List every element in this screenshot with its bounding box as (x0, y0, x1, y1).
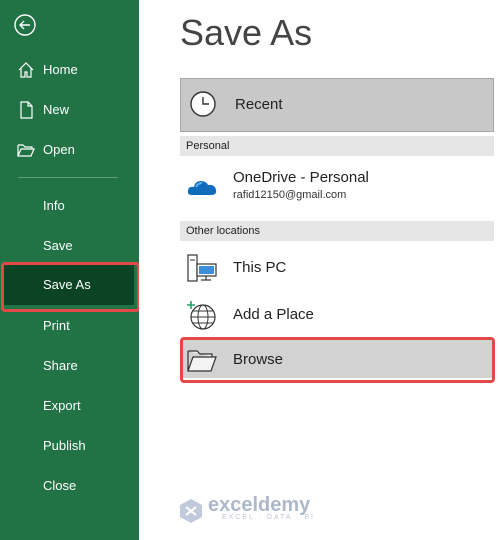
page-title: Save As (180, 12, 313, 53)
sidebar-item-home[interactable]: Home (0, 50, 139, 90)
computer-icon (187, 254, 217, 282)
sidebar-item-close[interactable]: Close (0, 466, 139, 506)
sidebar-item-label: New (43, 102, 70, 117)
new-document-icon (20, 101, 33, 119)
exceldemy-logo-icon (180, 499, 202, 523)
backstage-sidebar: Home New Open Info Save Save As Print Sh… (0, 0, 140, 540)
section-label: Personal (186, 140, 230, 152)
section-header-other-locations: Other locations (180, 221, 494, 241)
sidebar-item-label: Print (43, 318, 70, 333)
sidebar-item-print[interactable]: Print (0, 306, 139, 346)
section-label: Other locations (186, 225, 260, 237)
sidebar-item-info[interactable]: Info (0, 186, 139, 226)
onedrive-label: OneDrive - Personal (233, 169, 369, 186)
sidebar-item-new[interactable]: New (0, 90, 139, 130)
sidebar-item-label: Publish (43, 438, 86, 453)
sidebar-item-share[interactable]: Share (0, 346, 139, 386)
sidebar-item-label: Close (43, 478, 77, 493)
sidebar-item-label: Open (43, 142, 75, 157)
location-add-a-place[interactable]: Add a Place (180, 292, 494, 336)
sidebar-item-open[interactable]: Open (0, 130, 139, 170)
sidebar-item-label: Share (43, 358, 78, 373)
home-icon (18, 62, 34, 78)
location-this-pc[interactable]: This PC (180, 245, 494, 289)
highlight-box (1, 262, 140, 312)
onedrive-cloud-icon (187, 181, 217, 195)
open-folder-icon (17, 144, 35, 157)
onedrive-account: rafid12150@gmail.com (233, 189, 347, 201)
clock-icon (190, 91, 216, 117)
sidebar-item-export[interactable]: Export (0, 386, 139, 426)
sidebar-item-publish[interactable]: Publish (0, 426, 139, 466)
globe-add-icon (187, 301, 216, 330)
watermark-tagline: EXCEL · DATA · BI (222, 514, 315, 521)
sidebar-divider (18, 177, 118, 178)
section-header-personal: Personal (180, 136, 494, 156)
sidebar-item-save[interactable]: Save (0, 226, 139, 266)
this-pc-label: This PC (233, 259, 287, 276)
recent-button[interactable]: Recent (180, 78, 494, 132)
location-onedrive[interactable]: OneDrive - Personal rafid12150@gmail.com (180, 163, 494, 207)
sidebar-item-label: Home (43, 62, 78, 77)
watermark: exceldemy EXCEL · DATA · BI (178, 494, 328, 528)
sidebar-item-label: Info (43, 198, 65, 213)
back-arrow-icon[interactable] (14, 14, 36, 36)
sidebar-item-label: Save (43, 238, 73, 253)
recent-label: Recent (235, 96, 283, 113)
add-place-label: Add a Place (233, 306, 314, 323)
highlight-box (180, 337, 495, 383)
sidebar-item-label: Export (43, 398, 81, 413)
